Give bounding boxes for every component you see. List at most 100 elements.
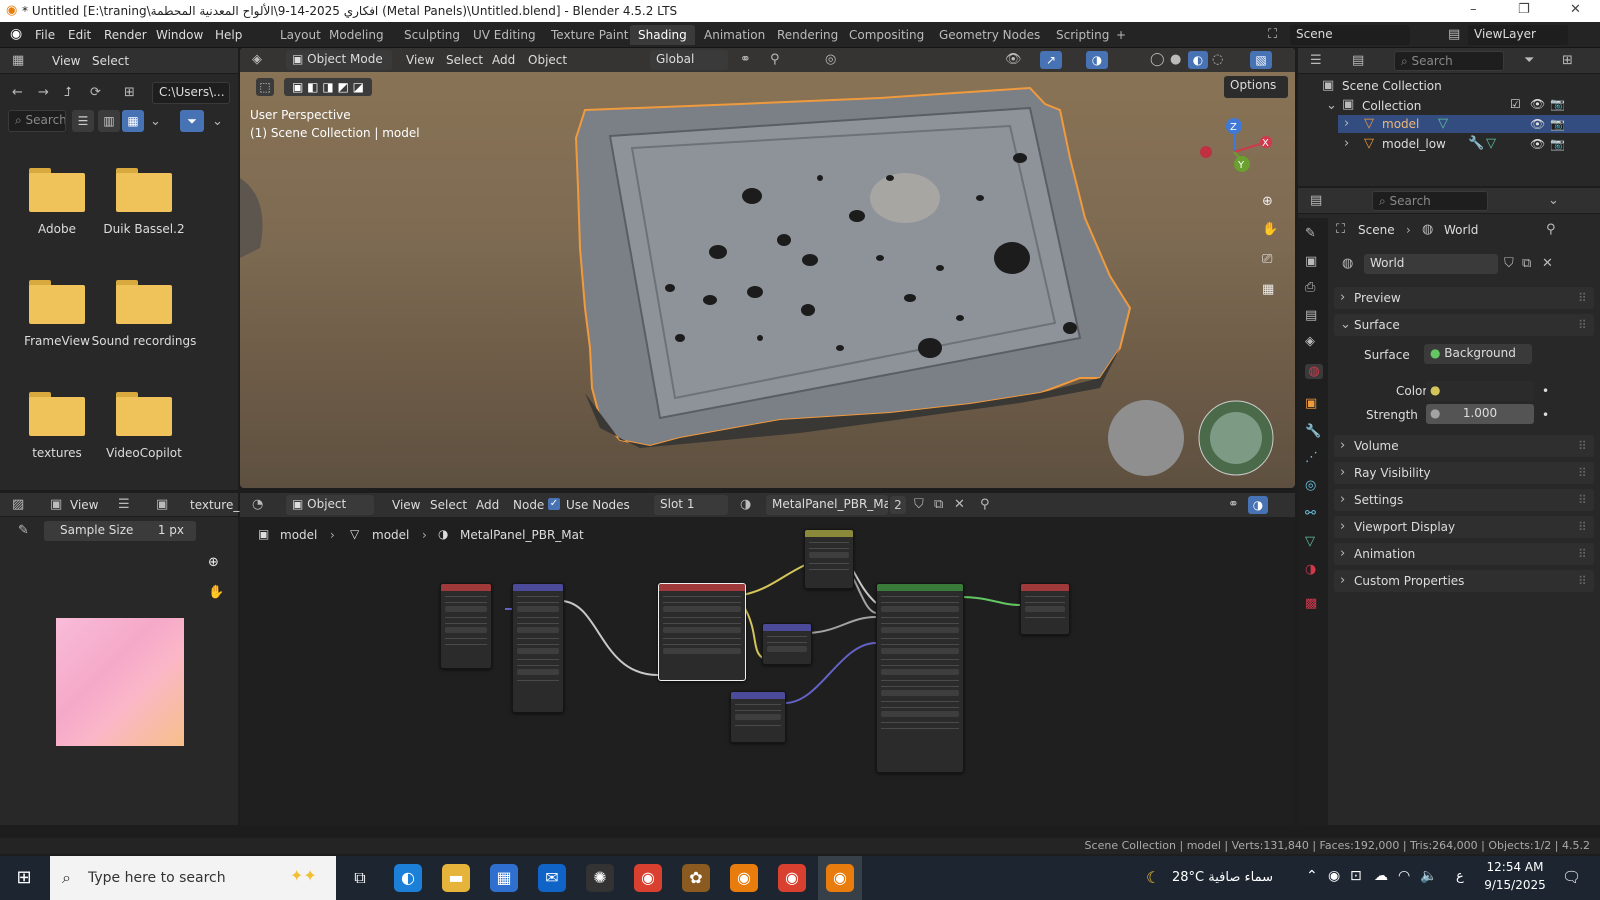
wifi-icon[interactable]: ◠ (1398, 868, 1410, 884)
file-explorer-icon[interactable]: ▬ (442, 864, 470, 892)
panel-volume[interactable]: › Volume ⠿ (1334, 435, 1594, 457)
node-mapping[interactable] (512, 583, 564, 713)
close-window-button[interactable]: ✕ (1570, 2, 1581, 17)
strength-value-field[interactable]: ● 1.000 (1426, 404, 1534, 424)
visibility-eye-icon[interactable]: 👁 (1530, 97, 1545, 111)
surface-shader-dropdown[interactable]: ● Background (1424, 344, 1532, 364)
editor-type-icon[interactable]: ▨ (12, 497, 24, 512)
workspace-tab--[interactable]: + (1108, 25, 1134, 45)
panel-viewport-display[interactable]: › Viewport Display ⠿ (1334, 516, 1594, 538)
select-tool-icon[interactable]: ⬚ (256, 78, 274, 96)
viewport-select-menu[interactable]: Select (446, 53, 483, 67)
refresh-icon[interactable]: ⟳ (90, 85, 101, 100)
editor-type-icon[interactable]: ▦ (12, 53, 24, 68)
path-field[interactable]: C:\Users\... (152, 82, 230, 104)
viewport-object-menu[interactable]: Object (528, 53, 567, 67)
blender-active-icon[interactable]: ◉ (826, 864, 854, 892)
gizmo-toggle-icon[interactable]: ↗ (1040, 51, 1062, 69)
node-principled-bsdf[interactable] (876, 583, 964, 773)
fb-search-input[interactable]: ⌕ Search (8, 110, 66, 132)
edge-icon[interactable]: ◐ (394, 864, 422, 892)
workspace-tab-scripting[interactable]: Scripting (1048, 25, 1117, 45)
world-icon[interactable]: ◍ (1305, 364, 1323, 379)
wireframe-shading-icon[interactable]: ◯ (1150, 52, 1165, 67)
outliner-search-input[interactable]: ⌕ Search (1394, 51, 1504, 71)
display-mode-icon[interactable]: ▤ (1352, 53, 1364, 68)
constraints-icon[interactable]: ⚯ (1305, 506, 1316, 521)
object-mode-dropdown[interactable]: ▣ Object Mode (286, 50, 392, 70)
scene-collection-label[interactable]: Scene Collection (1342, 79, 1442, 93)
app-icon[interactable]: ✿ (682, 864, 710, 892)
menu-render[interactable]: Render (104, 28, 147, 42)
tool-icon[interactable]: ✎ (1305, 226, 1316, 241)
drag-handle-icon[interactable]: ⠿ (1578, 547, 1587, 561)
unlink-icon[interactable]: ✕ (1542, 256, 1553, 271)
workspace-tab-texture-paint[interactable]: Texture Paint (543, 25, 636, 45)
folder-icon[interactable] (116, 168, 172, 212)
exclude-checkbox[interactable]: ☑ (1510, 97, 1521, 111)
workspace-tab-animation[interactable]: Animation (696, 25, 773, 45)
onedrive-cloud-icon[interactable]: ☁ (1374, 868, 1388, 884)
world-name-field[interactable]: World (1364, 254, 1498, 274)
workspace-tab-geometry-nodes[interactable]: Geometry Nodes (931, 25, 1048, 45)
drag-handle-icon[interactable]: ⠿ (1578, 520, 1587, 534)
chevron-down-icon[interactable]: ⌄ (1326, 98, 1337, 113)
3d-viewport[interactable]: ◈ ▣ Object Mode View Select Add Object G… (240, 48, 1295, 488)
blender-menu-icon[interactable]: ◉ (10, 26, 22, 42)
node-texture-coordinate[interactable] (440, 583, 492, 669)
node-pbr-combined[interactable] (658, 583, 746, 681)
menu-help[interactable]: Help (215, 28, 242, 42)
world-browse-icon[interactable]: ◍ (1342, 256, 1353, 271)
snap-icon[interactable]: ⚲ (770, 52, 780, 67)
thumbnails-icon[interactable]: ▦ (122, 110, 144, 132)
object-icon[interactable]: ▣ (1305, 396, 1317, 411)
data-icon[interactable]: ▽ (1305, 534, 1315, 549)
image-mode-icon[interactable]: ▣ (50, 497, 62, 512)
outliner-row-model[interactable]: › ▽ model ▽ 👁 📷 (1338, 115, 1600, 133)
minimize-button[interactable]: – (1470, 2, 1477, 17)
fb-select-menu[interactable]: Select (92, 54, 129, 68)
input-language[interactable]: ع (1456, 869, 1464, 884)
output-icon[interactable]: ⎙ (1305, 280, 1315, 295)
panel-settings[interactable]: › Settings ⠿ (1334, 489, 1594, 511)
keyframe-dot-icon[interactable]: • (1542, 384, 1549, 398)
folder-icon[interactable] (29, 168, 85, 212)
duplicate-icon[interactable]: ⧉ (1522, 256, 1531, 271)
drag-handle-icon[interactable]: ⠿ (1578, 493, 1587, 507)
volume-icon[interactable]: 🔈 (1420, 868, 1437, 884)
vertical-list-icon[interactable]: ☰ (72, 110, 94, 132)
forward-arrow-icon[interactable]: → (38, 85, 49, 100)
navigation-gizmo[interactable]: Z X Y (1200, 112, 1280, 192)
node-normal-map[interactable] (730, 691, 786, 743)
particles-icon[interactable]: ⋰ (1305, 450, 1318, 465)
solid-shading-icon[interactable]: ● (1170, 52, 1181, 67)
texture-icon[interactable]: ▩ (1305, 596, 1317, 611)
drag-handle-icon[interactable]: ⠿ (1578, 318, 1587, 332)
folder-icon[interactable] (29, 280, 85, 324)
viewport-add-menu[interactable]: Add (492, 53, 515, 67)
image-browse-icon[interactable]: ▣ (156, 497, 168, 512)
workspace-tab-compositing[interactable]: Compositing (841, 25, 932, 45)
color-swatch[interactable]: ● (1426, 381, 1534, 401)
panel-preview[interactable]: › Preview ⠿ (1334, 287, 1594, 309)
node-separate-rgb[interactable] (762, 623, 812, 665)
pan-hand-icon[interactable]: ✋ (1262, 222, 1278, 237)
options-dropdown[interactable]: Options (1224, 76, 1288, 98)
zoom-icon[interactable]: ⊕ (1262, 194, 1273, 209)
filter-icon[interactable]: ⏷ (1524, 53, 1534, 68)
render-camera-icon[interactable]: 📷 (1550, 137, 1565, 151)
menu-window[interactable]: Window (156, 28, 203, 42)
editor-type-icon[interactable]: ▤ (1310, 193, 1322, 208)
maximize-button[interactable]: ❐ (1518, 2, 1530, 17)
render-camera-icon[interactable]: 📷 (1550, 97, 1565, 111)
windows-start-icon[interactable]: ⊞ (10, 864, 38, 892)
xray-toggle-icon[interactable]: ▧ (1250, 51, 1272, 69)
drag-handle-icon[interactable]: ⠿ (1578, 574, 1587, 588)
workspace-tab-rendering[interactable]: Rendering (769, 25, 846, 45)
material-shading-icon[interactable]: ◐ (1188, 51, 1208, 69)
camera-icon[interactable]: ⎚ (1262, 252, 1272, 267)
chrome-icon[interactable]: ◉ (634, 864, 662, 892)
editor-type-icon[interactable]: ◈ (252, 52, 262, 67)
menu-icon[interactable]: ☰ (118, 497, 130, 512)
image-name-field[interactable]: texture_p (190, 498, 247, 512)
